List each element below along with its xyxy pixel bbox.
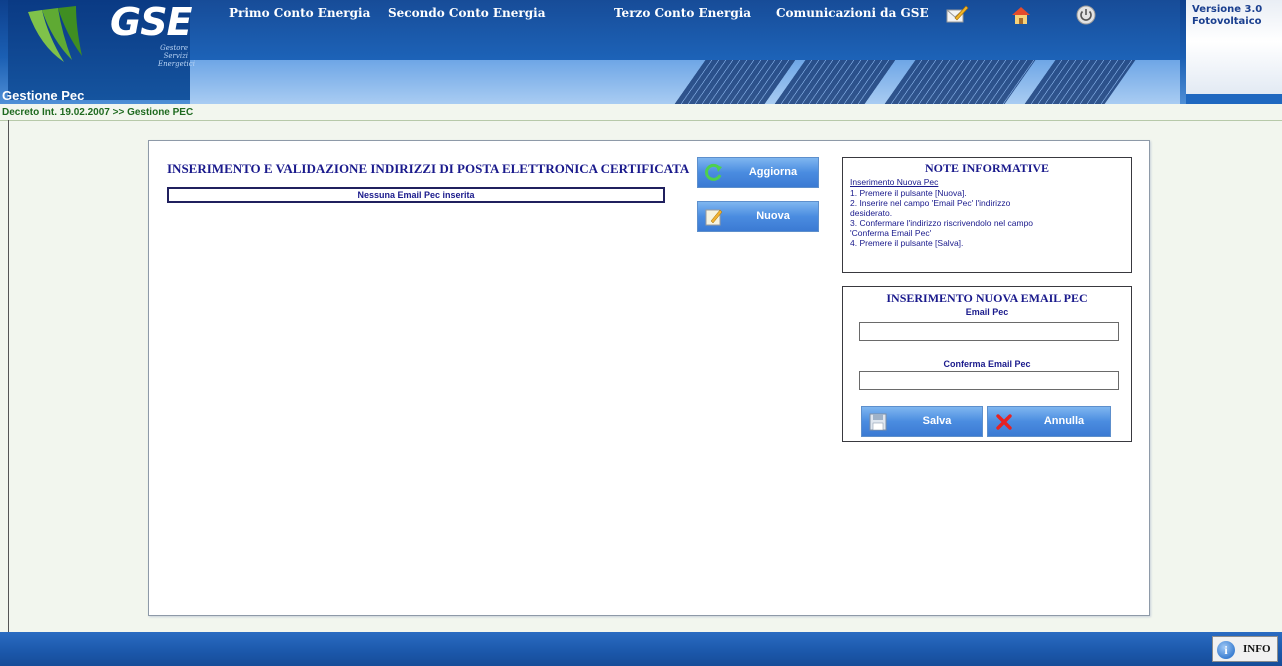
pec-list: Nessuna Email Pec inserita (167, 187, 665, 203)
edit-message-icon[interactable] (945, 4, 969, 26)
refresh-button-label: Aggiorna (748, 166, 798, 178)
app-header: GSE Gestore Servizi Energetici Primo Con… (0, 0, 1282, 104)
info-icon: i (1217, 641, 1235, 659)
confirm-email-pec-input[interactable] (859, 371, 1119, 390)
new-button[interactable]: Nuova (697, 201, 819, 232)
refresh-icon (705, 163, 722, 181)
nav-comunicazioni-da-gse[interactable]: Comunicazioni da GSE (776, 0, 929, 26)
insert-form-title: INSERIMENTO NUOVA EMAIL PEC (886, 291, 1088, 305)
page-subtitle: Gestione Pec (2, 88, 85, 103)
breadcrumb: Decreto Int. 19.02.2007 >> Gestione PEC (2, 107, 194, 118)
nav-primo-conto-energia[interactable]: Primo Conto Energia (229, 0, 370, 26)
logo-text: GSE (110, 0, 193, 44)
email-pec-input[interactable] (859, 322, 1119, 341)
info-button[interactable]: i INFO (1212, 636, 1278, 662)
refresh-button[interactable]: Aggiorna (697, 157, 819, 188)
notes-line: 3. Confermare l'indirizzo riscrivendolo … (850, 218, 1034, 228)
info-button-label: INFO (1243, 643, 1271, 655)
cancel-button[interactable]: Annulla (987, 406, 1111, 437)
main-panel: INSERIMENTO E VALIDAZIONE INDIRIZZI DI P… (148, 140, 1150, 616)
notes-line: 4. Premere il pulsante [Salva]. (850, 238, 964, 248)
version-line: Fotovoltaico (1192, 16, 1262, 27)
notes-line: 1. Premere il pulsante [Nuova]. (850, 188, 967, 198)
home-icon[interactable] (1009, 4, 1033, 26)
empty-list-message: Nessuna Email Pec inserita (357, 190, 475, 200)
insert-pec-form: INSERIMENTO NUOVA EMAIL PEC Email Pec Co… (842, 286, 1132, 442)
info-notes-box: NOTE INFORMATIVE Inserimento Nuova Pec 1… (842, 157, 1132, 273)
logo-subtitle-line: Gestore (160, 44, 188, 52)
save-button[interactable]: Salva (861, 406, 983, 437)
cancel-button-label: Annulla (1043, 415, 1085, 427)
gse-logo[interactable]: GSE Gestore Servizi Energetici (8, 0, 195, 100)
page-title: INSERIMENTO E VALIDAZIONE INDIRIZZI DI P… (167, 161, 690, 176)
logo-subtitle-line: Servizi (163, 52, 188, 60)
breadcrumb-divider (0, 120, 1282, 121)
version-bar (1186, 94, 1282, 104)
confirm-email-pec-label: Conferma Email Pec (943, 359, 1031, 369)
save-button-label: Salva (922, 415, 952, 427)
email-pec-label: Email Pec (965, 307, 1009, 317)
notes-line: desiderato. (850, 208, 893, 218)
floppy-disk-icon (869, 413, 887, 431)
logo-subtitle-line: Energetici (158, 60, 195, 68)
version-text: Versione 3.0 Fotovoltaico (1192, 4, 1282, 28)
app-footer: i INFO (0, 632, 1282, 666)
version-line: Versione 3.0 (1192, 4, 1263, 15)
power-icon[interactable] (1074, 4, 1098, 26)
left-divider (8, 120, 9, 632)
close-icon (996, 414, 1012, 430)
notes-body: 1. Premere il pulsante [Nuova]. 2. Inser… (850, 188, 1128, 248)
nav-terzo-conto-energia[interactable]: Terzo Conto Energia (614, 0, 751, 26)
logo-subtitle: Gestore Servizi Energetici (158, 44, 195, 68)
notes-line: 'Conferma Email Pec' (850, 228, 932, 238)
logo-swoosh-icon (28, 6, 82, 62)
notes-subtitle: Inserimento Nuova Pec (850, 177, 939, 187)
version-badge: Versione 3.0 Fotovoltaico (1186, 0, 1282, 104)
new-button-label: Nuova (756, 210, 790, 222)
nav-secondo-conto-energia[interactable]: Secondo Conto Energia (388, 0, 545, 26)
new-note-icon (705, 209, 723, 226)
notes-title: NOTE INFORMATIVE (924, 161, 1050, 175)
notes-line: 2. Inserire nel campo 'Email Pec' l'indi… (850, 198, 1011, 208)
